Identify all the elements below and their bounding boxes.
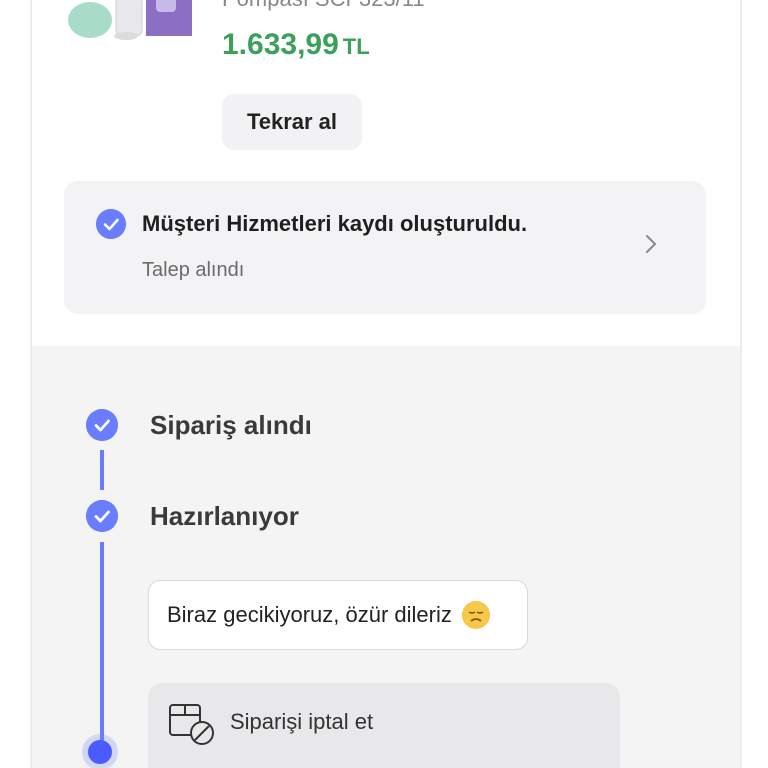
customer-service-status: Talep alındı	[142, 259, 245, 281]
product-price: 1.633,99 TL	[222, 28, 370, 62]
package-cancel-icon	[169, 704, 214, 745]
sad-face-emoji	[461, 601, 490, 629]
check-circle-icon	[96, 209, 126, 239]
step-label-order-received: Sipariş alındı	[150, 410, 312, 440]
order-timeline: Sipariş alındı Hazırlanıyor Biraz geciki…	[32, 346, 740, 768]
rebuy-button[interactable]: Tekrar al	[222, 94, 362, 150]
price-value: 1.633,99	[222, 28, 339, 61]
customer-service-notice[interactable]: Müşteri Hizmetleri kaydı oluşturuldu. Ta…	[64, 181, 706, 314]
timeline-connector	[100, 450, 104, 490]
product-name: Pompası SCF323/11	[222, 0, 425, 12]
chevron-right-icon	[646, 235, 656, 253]
product-image[interactable]	[64, 0, 196, 50]
step-done-icon	[86, 500, 118, 532]
order-card: Pompası SCF323/11 1.633,99TL Tekrar al M…	[30, 0, 742, 768]
customer-service-title: Müşteri Hizmetleri kaydı oluşturuldu.	[142, 211, 528, 236]
cancel-order-button[interactable]: Siparişi iptal et	[148, 683, 620, 768]
current-step-indicator	[88, 740, 112, 764]
timeline-connector	[100, 542, 104, 742]
step-done-icon	[86, 409, 118, 441]
delay-message-text: Biraz gecikiyoruz, özür dileriz	[167, 602, 452, 627]
delay-message: Biraz gecikiyoruz, özür dileriz	[148, 580, 528, 650]
step-label-preparing: Hazırlanıyor	[150, 501, 299, 531]
cancel-order-label: Siparişi iptal et	[230, 709, 374, 734]
price-currency: TL	[342, 34, 370, 59]
